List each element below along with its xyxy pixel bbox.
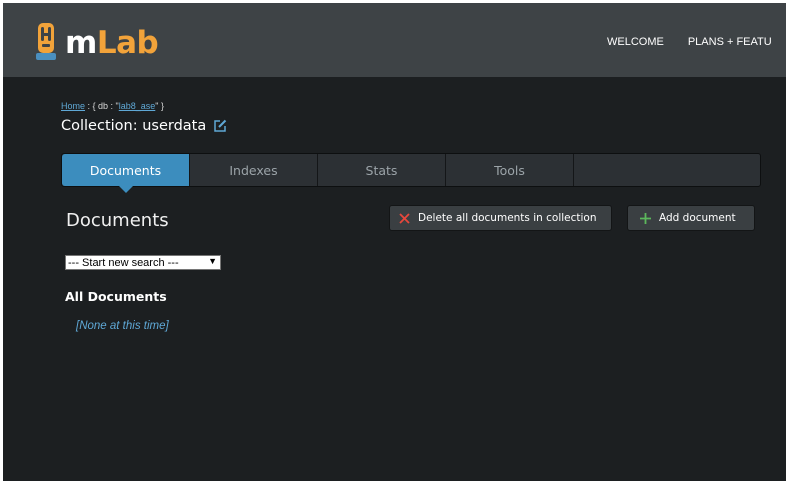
- tab-empty: [574, 154, 760, 186]
- plus-icon: [640, 212, 651, 224]
- all-documents-heading: All Documents: [65, 289, 167, 304]
- breadcrumb-end: " }: [155, 101, 164, 111]
- edit-icon[interactable]: [213, 119, 227, 133]
- breadcrumb-sep: : ": [108, 101, 119, 111]
- nav-plans-features[interactable]: PLANS + FEATU: [688, 36, 772, 48]
- search-select-value: --- Start new search ---: [68, 256, 179, 269]
- delete-all-documents-label: Delete all documents in collection: [418, 212, 597, 224]
- documents-heading: Documents: [66, 210, 169, 231]
- search-select[interactable]: --- Start new search --- ▼: [65, 255, 221, 270]
- logo-text-m: m: [65, 25, 97, 61]
- top-navbar: mLab WELCOME PLANS + FEATU: [3, 3, 786, 77]
- add-document-button[interactable]: Add document: [627, 205, 755, 231]
- logo-text-lab: Lab: [96, 25, 159, 61]
- breadcrumb-db-link[interactable]: lab8_ase: [119, 101, 156, 111]
- collection-title: Collection: userdata: [61, 118, 227, 134]
- tab-documents[interactable]: Documents: [62, 154, 190, 193]
- dropdown-arrow-icon: ▼: [208, 256, 217, 266]
- mlab-bottle-icon: [36, 23, 56, 60]
- add-document-label: Add document: [659, 212, 736, 224]
- tab-indexes[interactable]: Indexes: [190, 154, 318, 186]
- tab-stats[interactable]: Stats: [318, 154, 446, 186]
- tab-tools[interactable]: Tools: [446, 154, 574, 186]
- breadcrumb-db-label: db: [98, 101, 109, 111]
- app-frame: mLab WELCOME PLANS + FEATU Home : { db : …: [3, 3, 786, 481]
- logo-text: mLab: [65, 24, 159, 62]
- collection-label: Collection: userdata: [61, 118, 207, 134]
- empty-message: [None at this time]: [76, 320, 169, 332]
- breadcrumb-sep: : {: [85, 101, 99, 111]
- top-nav: WELCOME PLANS + FEATU: [607, 36, 786, 48]
- breadcrumb: Home : { db : "lab8_ase" }: [61, 101, 164, 111]
- nav-welcome[interactable]: WELCOME: [607, 36, 664, 48]
- x-icon: [399, 212, 410, 224]
- mlab-logo[interactable]: mLab: [35, 23, 159, 63]
- breadcrumb-home-link[interactable]: Home: [61, 101, 85, 111]
- tab-bar: Documents Indexes Stats Tools: [61, 153, 761, 193]
- delete-all-documents-button[interactable]: Delete all documents in collection: [389, 205, 612, 231]
